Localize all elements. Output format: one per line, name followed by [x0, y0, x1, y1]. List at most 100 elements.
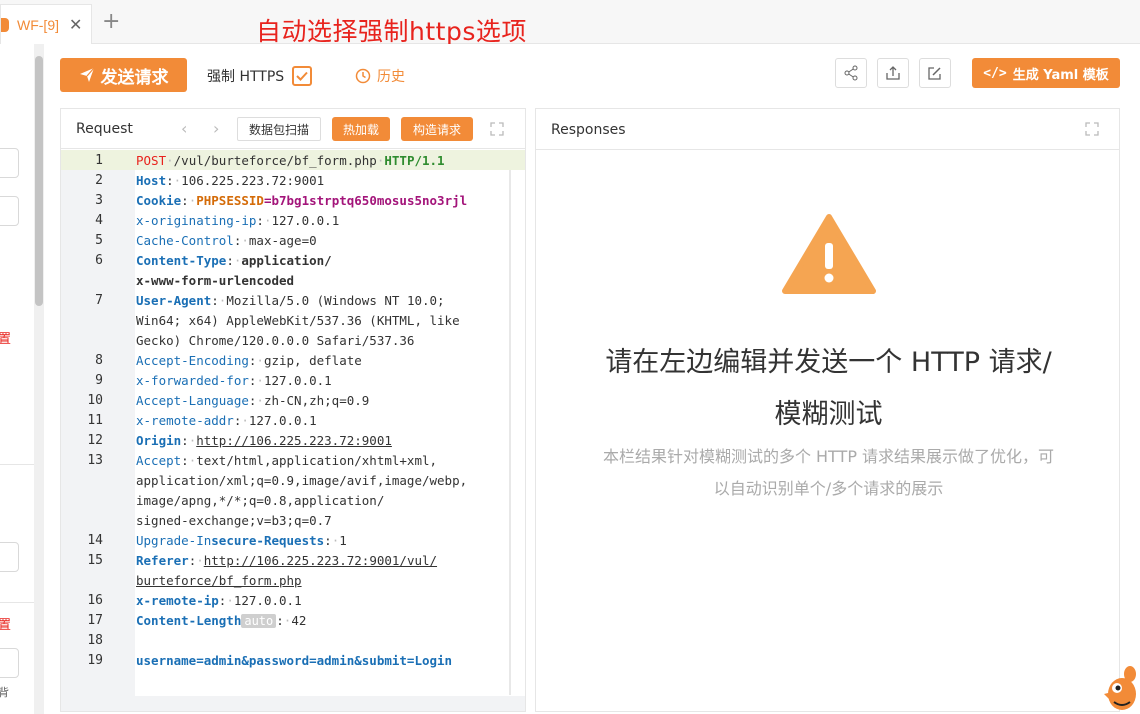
header-line-cont: image/apng,*/*;q=0.8,application/ — [136, 493, 384, 508]
header-line: Cookie:·PHPSESSID=b7bg1strptq650mosus5no… — [136, 193, 468, 208]
request-panel: Request ‹ › 数据包扫描 热加载 构造请求 1 2 3 4 5 6 7… — [60, 108, 526, 712]
edit-icon — [928, 67, 941, 80]
header-line: Upgrade-Insecure-Requests:·1 — [136, 533, 347, 548]
header-value: zh-CN,zh;q=0.9 — [263, 393, 370, 408]
left-input[interactable] — [0, 542, 19, 572]
request-path: /vul/burteforce/bf_form.php — [173, 153, 377, 168]
request-body: username=admin&password=admin&submit=Log… — [136, 653, 453, 668]
line-number: 14 — [87, 533, 103, 548]
export-button[interactable] — [877, 58, 909, 88]
cookie-name: PHPSESSID — [196, 193, 264, 208]
header-key: Accept-Language — [136, 393, 249, 408]
header-key: x-remote-ip — [136, 593, 219, 608]
history-button[interactable]: 历史 — [355, 66, 405, 86]
hot-load-button[interactable]: 热加载 — [332, 117, 390, 141]
header-line-cont: burteforce/bf_form.php — [136, 573, 302, 588]
header-key: secure-Requests — [211, 533, 325, 548]
header-line: Content-Length auto:·42 — [136, 613, 307, 628]
header-value-cont: Gecko) Chrome/120.0.0.0 Safari/537.36 — [136, 333, 415, 348]
close-icon[interactable]: ✕ — [69, 15, 82, 34]
header-line: x-remote-addr:·127.0.0.1 — [136, 413, 317, 428]
warning-icon — [782, 214, 876, 294]
header-key: Cookie — [136, 193, 182, 208]
response-title: Responses — [551, 122, 626, 138]
send-icon — [79, 67, 94, 82]
expand-icon[interactable] — [1084, 121, 1100, 137]
edit-button[interactable] — [919, 58, 951, 88]
tab-bar: WF-[9] ✕ + — [0, 0, 1140, 44]
header-value-cont: x-www-form-urlencoded — [136, 273, 295, 288]
response-panel: Responses 请在左边编辑并发送一个 HTTP 请求/ 模糊测试 本栏结果… — [535, 108, 1120, 712]
toolbar: 发送请求 强制 HTTPS 历史 </> 生成 Yaml 模板 — [46, 44, 1140, 106]
http-method: POST — [136, 153, 167, 168]
header-value: text/html,application/xhtml+xml, — [196, 453, 438, 468]
left-label[interactable]: 置 — [0, 328, 11, 347]
empty-title-line1: 请在左边编辑并发送一个 HTTP 请求/ — [605, 347, 1052, 378]
header-key: Host — [136, 173, 167, 188]
line-number: 12 — [87, 433, 103, 448]
share-icon — [844, 65, 858, 81]
http-protocol: HTTP/1.1 — [384, 153, 445, 168]
history-label: 历史 — [377, 69, 405, 85]
line-number: 5 — [95, 233, 103, 248]
code-icon: </> — [983, 65, 1007, 81]
left-label[interactable]: 置 — [0, 614, 11, 633]
check-icon — [296, 71, 308, 81]
line-number: 7 — [95, 293, 103, 308]
line-number: 17 — [87, 613, 103, 628]
line-number: 1 — [95, 153, 103, 168]
empty-state-title: 请在左边编辑并发送一个 HTTP 请求/ 模糊测试 — [556, 337, 1101, 441]
share-button[interactable] — [835, 58, 867, 88]
header-line: x-forwarded-for:·127.0.0.1 — [136, 373, 332, 388]
left-input[interactable] — [0, 196, 19, 226]
header-key: Referer — [136, 553, 189, 568]
header-value-cont: burteforce/bf_form.php — [136, 573, 302, 588]
mascot-icon[interactable] — [1096, 664, 1140, 714]
header-value: 127.0.0.1 — [271, 213, 340, 228]
header-key: Origin — [136, 433, 182, 448]
force-https-label: 强制 HTTPS — [207, 69, 285, 85]
line-number: 19 — [87, 653, 103, 668]
line-number: 13 — [87, 453, 103, 468]
build-request-button[interactable]: 构造请求 — [401, 117, 473, 141]
header-line: Accept:·text/html,application/xhtml+xml, — [136, 453, 438, 468]
header-value: max-age=0 — [248, 233, 317, 248]
clock-icon — [355, 68, 371, 84]
header-line: Content-Type:·application/ — [136, 253, 332, 268]
editor-scrollbar[interactable] — [509, 170, 511, 695]
header-key: Accept-Encoding — [136, 353, 249, 368]
send-request-button[interactable]: 发送请求 — [60, 58, 187, 92]
header-key: User-Agent — [136, 293, 212, 308]
chevron-right-icon[interactable]: › — [213, 119, 219, 138]
line-number: 9 — [95, 373, 103, 388]
tab-app-icon — [1, 17, 9, 32]
request-line: POST·/vul/burteforce/bf_form.php·HTTP/1.… — [136, 153, 445, 168]
send-request-label: 发送请求 — [100, 67, 169, 88]
force-https-checkbox[interactable] — [292, 66, 312, 86]
request-editor[interactable]: 1 2 3 4 5 6 7 8 9 10 11 12 13 14 15 16 1… — [61, 150, 525, 711]
header-value-cont: Win64; x64) AppleWebKit/537.36 (KHTML, l… — [136, 313, 460, 328]
divider — [0, 602, 34, 603]
empty-desc-line1: 本栏结果针对模糊测试的多个 HTTP 请求结果展示做了优化，可 — [602, 447, 1055, 466]
packet-scan-button[interactable]: 数据包扫描 — [237, 117, 321, 141]
chevron-left-icon[interactable]: ‹ — [181, 119, 187, 138]
header-line-cont: Gecko) Chrome/120.0.0.0 Safari/537.36 — [136, 333, 414, 348]
header-key: x-forwarded-for — [136, 373, 249, 388]
generate-yaml-button[interactable]: </> 生成 Yaml 模板 — [972, 58, 1120, 88]
header-value: 127.0.0.1 — [263, 373, 332, 388]
scrollbar-thumb[interactable] — [35, 56, 43, 306]
header-line: x-originating-ip:·127.0.0.1 — [136, 213, 340, 228]
response-header: Responses — [536, 109, 1119, 150]
empty-desc-line2: 以自动识别单个/多个请求的展示 — [713, 479, 944, 498]
tab-wf-9[interactable]: WF-[9] ✕ — [0, 4, 92, 44]
annotation-text: 自动选择强制https选项 — [256, 17, 527, 46]
header-value: gzip, deflate — [263, 353, 362, 368]
left-input[interactable] — [0, 148, 19, 178]
left-input[interactable] — [0, 648, 19, 678]
body-line: username=admin&password=admin&submit=Log… — [136, 653, 452, 668]
code-bottom — [135, 696, 525, 711]
line-number: 6 — [95, 253, 103, 268]
add-tab-icon[interactable]: + — [102, 10, 120, 34]
header-line-cont: application/xml;q=0.9,image/avif,image/w… — [136, 473, 467, 488]
expand-icon[interactable] — [489, 121, 505, 137]
